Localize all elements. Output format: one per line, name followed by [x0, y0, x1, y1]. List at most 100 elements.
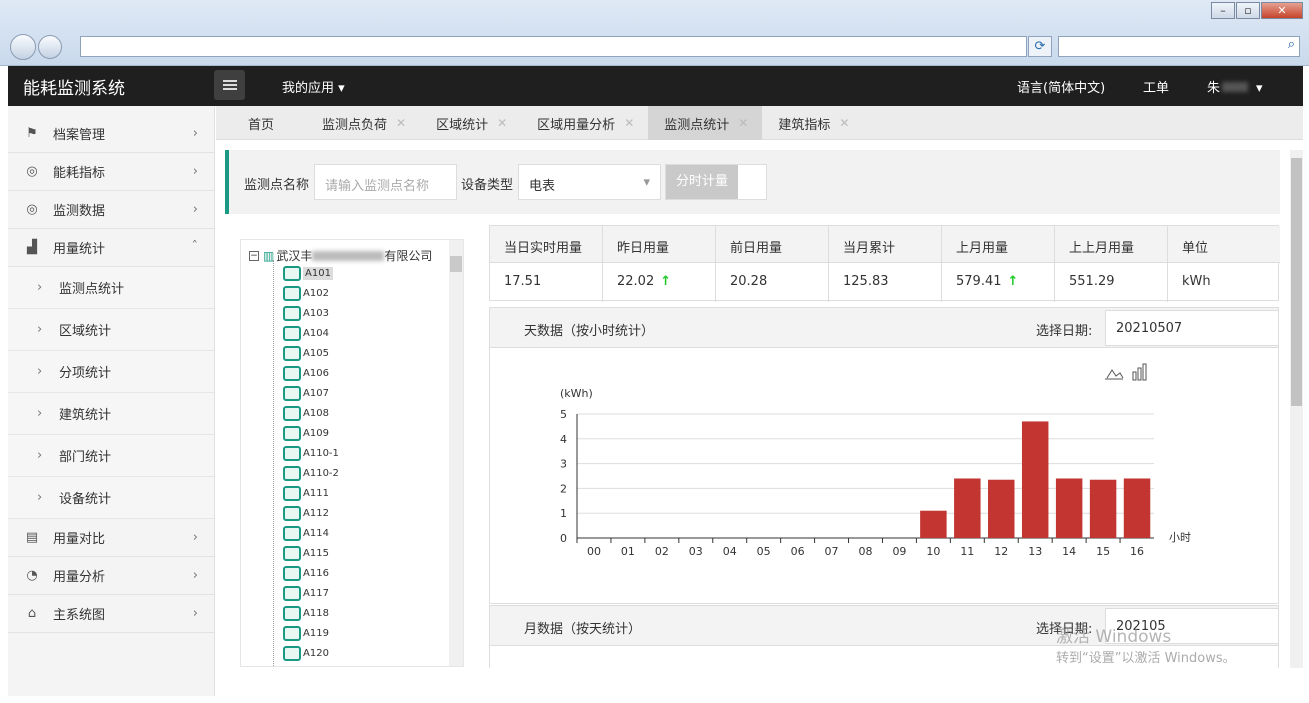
x-tick-label: 08: [859, 545, 873, 558]
sidebar-item-usage-stats[interactable]: ▟ 用量统计 ˆ: [8, 229, 214, 267]
stat-cell: 当月累计 125.83: [829, 226, 942, 302]
refresh-icon[interactable]: ⟳: [1028, 36, 1052, 57]
x-tick-label: 04: [723, 545, 737, 558]
stat-header: 当日实时用量: [490, 226, 602, 263]
tree-node[interactable]: A118: [283, 604, 329, 622]
sidebar-subitem[interactable]: › 设备统计: [8, 477, 214, 519]
stat-cell: 前日用量 20.28: [716, 226, 829, 302]
close-icon[interactable]: ✕: [497, 116, 507, 130]
language-menu[interactable]: 语言(简体中文): [1017, 77, 1105, 96]
tree-node[interactable]: A103: [283, 304, 329, 322]
tree-node[interactable]: A110-2: [283, 464, 339, 482]
stat-value: 22.02 ↑: [617, 274, 672, 289]
close-icon[interactable]: ✕: [839, 116, 849, 130]
tree-node[interactable]: A106: [283, 364, 329, 382]
tree-node[interactable]: A111: [283, 484, 329, 502]
activation-watermark: 激活 Windows: [1056, 627, 1172, 647]
sidebar-subitem[interactable]: › 建筑统计: [8, 393, 214, 435]
stat-header: 当月累计: [829, 226, 941, 263]
filter-bar: 监测点名称 请输入监测点名称 设备类型 电表 ▾ 分时计量: [225, 150, 1280, 214]
caret-down-icon: ▾: [1256, 81, 1263, 96]
tree-node[interactable]: A117: [283, 584, 329, 602]
y-tick-label: 5: [560, 408, 567, 421]
meter-icon: [283, 265, 301, 281]
tree-node[interactable]: A108: [283, 404, 329, 422]
meter-icon: [283, 365, 301, 381]
x-tick-label: 01: [621, 545, 635, 558]
tree-node[interactable]: A116: [283, 564, 329, 582]
tree-node[interactable]: A101: [283, 264, 333, 282]
tree-node[interactable]: A114: [283, 524, 329, 542]
line-chart-icon[interactable]: [1105, 369, 1124, 380]
arrow-up-icon: ↑: [1007, 274, 1019, 289]
tree-node[interactable]: A119: [283, 624, 329, 642]
y-tick-label: 0: [560, 532, 567, 545]
sidebar-item-energy-index[interactable]: ◎ 能耗指标 ›: [8, 153, 214, 191]
day-date-input[interactable]: 20210507: [1105, 310, 1279, 346]
point-name-input[interactable]: 请输入监测点名称: [314, 164, 457, 200]
bar-chart-icon[interactable]: [1132, 363, 1147, 381]
tab-point-stats[interactable]: 监测点统计 ✕: [648, 106, 763, 140]
tab-home[interactable]: 首页: [216, 106, 306, 140]
sidebar-item-archive[interactable]: ⚑ 档案管理 ›: [8, 106, 214, 153]
sidebar-subitem[interactable]: › 区域统计: [8, 309, 214, 351]
bar: [1123, 478, 1151, 538]
back-button[interactable]: [10, 34, 36, 60]
user-menu[interactable]: 朱 ▾: [1207, 77, 1263, 96]
sidebar-item-monitor-data[interactable]: ◎ 监测数据 ›: [8, 191, 214, 229]
chevron-up-icon: ˆ: [191, 240, 199, 255]
tab-region-usage[interactable]: 区域用量分析 ✕: [521, 106, 648, 140]
browser-search-input[interactable]: ⌕: [1058, 36, 1300, 57]
collapse-icon[interactable]: −: [249, 250, 259, 261]
sidebar-subitem[interactable]: › 部门统计: [8, 435, 214, 477]
tree-node[interactable]: A102: [283, 284, 329, 302]
tree-root[interactable]: − ▥ 武汉丰 有限公司: [249, 247, 432, 264]
close-icon[interactable]: ✕: [396, 116, 406, 130]
stat-header: 上月用量: [942, 226, 1054, 263]
meter-icon: [283, 425, 301, 441]
search-icon: ⌕: [1287, 37, 1295, 52]
chevron-right-icon: ›: [192, 606, 198, 621]
my-apps-menu[interactable]: 我的应用 ▾: [282, 77, 345, 96]
tree-node[interactable]: A120: [283, 644, 329, 662]
bar-chart-icon: ▟: [27, 240, 37, 255]
menu-toggle-icon[interactable]: [214, 70, 245, 100]
tree-node[interactable]: A115: [283, 544, 329, 562]
sidebar-subitem[interactable]: › 监测点统计: [8, 267, 214, 309]
tree-scrollbar[interactable]: [449, 240, 463, 666]
sidebar-item-system-map[interactable]: ⌂ 主系统图 ›: [8, 595, 214, 633]
meter-icon: [283, 625, 301, 641]
tree-node[interactable]: A104: [283, 324, 329, 342]
device-type-select[interactable]: 电表 ▾: [518, 164, 661, 200]
tab-point-load[interactable]: 监测点负荷 ✕: [306, 106, 420, 140]
tree-node[interactable]: A107: [283, 384, 329, 402]
close-icon[interactable]: ✕: [738, 116, 748, 130]
sidebar-item-usage-analysis[interactable]: ◔ 用量分析 ›: [8, 557, 214, 595]
scrollbar-thumb[interactable]: [1291, 158, 1302, 406]
app-title: 能耗监测系统: [23, 79, 125, 99]
tree-node[interactable]: A105: [283, 344, 329, 362]
activation-watermark-sub: 转到“设置”以激活 Windows。: [1056, 651, 1236, 666]
meter-icon: [283, 505, 301, 521]
stat-header: 前日用量: [716, 226, 828, 263]
close-icon[interactable]: ✕: [624, 116, 634, 130]
x-tick-label: 14: [1062, 545, 1076, 558]
day-date-label: 选择日期:: [1036, 324, 1093, 339]
tree-node[interactable]: A110-1: [283, 444, 339, 462]
maximize-button[interactable]: ▫: [1236, 2, 1260, 19]
workorder-link[interactable]: 工单: [1143, 77, 1169, 96]
chevron-right-icon: ›: [192, 126, 198, 141]
tree-node[interactable]: A109: [283, 424, 329, 442]
tab-region-stats[interactable]: 区域统计 ✕: [420, 106, 521, 140]
address-bar[interactable]: [80, 36, 1027, 57]
forward-button[interactable]: [38, 35, 62, 59]
sidebar-subitem[interactable]: › 分项统计: [8, 351, 214, 393]
sidebar-item-usage-compare[interactable]: ▤ 用量对比 ›: [8, 519, 214, 557]
time-metering-toggle[interactable]: 分时计量: [665, 164, 767, 200]
close-button[interactable]: ✕: [1261, 2, 1303, 19]
camera-icon: ⚑: [26, 126, 38, 141]
tab-building-index[interactable]: 建筑指标 ✕: [762, 106, 863, 140]
meter-icon: [283, 385, 301, 401]
tree-node[interactable]: A112: [283, 504, 329, 522]
minimize-button[interactable]: –: [1211, 2, 1235, 19]
